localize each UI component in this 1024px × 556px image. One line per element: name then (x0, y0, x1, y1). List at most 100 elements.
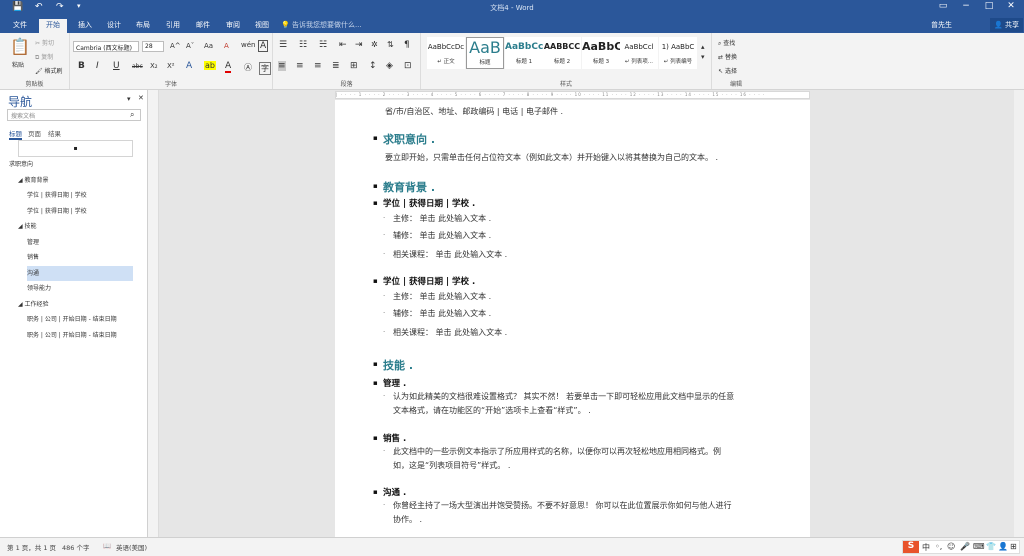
search-icon[interactable]: ⌕ (130, 110, 134, 120)
nav-heading-item[interactable]: ◢ 工作经验 (18, 297, 133, 312)
paste-icon[interactable]: 📋 (10, 37, 30, 56)
nav-heading-item[interactable]: 求职意向 (9, 157, 133, 172)
ime-chinese-icon[interactable]: 中 (922, 542, 930, 553)
edu1-minor[interactable]: 辅修： 单击 此处输入文本 . (393, 230, 491, 241)
select-button[interactable]: ↖ 选择 (718, 66, 737, 75)
objective-text[interactable]: 要立即开始，只需单击任何占位符文本（例如此文本）并开始键入以将其替换为自己的文本… (385, 152, 718, 163)
strikethrough-button[interactable]: abc (132, 63, 143, 70)
communication-text-1[interactable]: 你曾经主持了一场大型演出并饱受赞扬。不要不好意思！ 你可以在此位置展示你如何与他… (393, 500, 732, 511)
sogou-logo[interactable]: S (903, 541, 919, 553)
align-right-icon[interactable]: ≡ (314, 61, 322, 71)
style-heading-3[interactable]: AaBbC 标题 3 (582, 37, 620, 69)
chinese-layout-icon[interactable]: ✲ (371, 40, 378, 49)
nav-search-input[interactable]: 搜索文档 (7, 109, 141, 121)
underline-button[interactable]: U (113, 61, 120, 71)
styles-scroll-down-icon[interactable]: ▾ (701, 53, 705, 61)
sales-text-2[interactable]: 如，这是“列表项目符号”样式。 . (393, 460, 510, 471)
language[interactable]: 英语(美国) (116, 542, 147, 552)
tab-view[interactable]: 视图 (248, 19, 276, 31)
ime-user-icon[interactable]: 👤 (998, 542, 1008, 551)
bullets-icon[interactable]: ☰ (279, 40, 287, 50)
text-effects-icon[interactable]: A (186, 61, 192, 71)
heading-skills[interactable]: 技能 . (383, 357, 413, 373)
ime-voice-icon[interactable]: 🎤 (960, 542, 970, 551)
tab-layout[interactable]: 布局 (129, 19, 157, 31)
align-left-icon[interactable]: ≡ (278, 61, 286, 71)
sort-icon[interactable]: ⇅ (387, 40, 394, 49)
word-count[interactable]: 486 个字 (62, 542, 89, 552)
copy-button[interactable]: ⧉ 复制 (35, 52, 53, 62)
edu2-major[interactable]: 主修： 单击 此处输入文本 . (393, 291, 491, 302)
style-normal[interactable]: AaBbCcDc ↵ 正文 (427, 37, 465, 69)
ime-punctuation-icon[interactable]: ◦, (935, 542, 942, 551)
page-count[interactable]: 第 1 页，共 1 页 (7, 542, 56, 552)
italic-button[interactable]: I (96, 61, 99, 71)
distributed-icon[interactable]: ⊞ (350, 61, 358, 71)
ime-emoji-icon[interactable]: ☺ (947, 542, 955, 551)
replace-button[interactable]: ⇄ 替换 (718, 52, 737, 61)
tab-references[interactable]: 引用 (159, 19, 187, 31)
ime-keyboard-icon[interactable]: ⌨ (973, 542, 985, 551)
font-name-select[interactable]: Cambria (西文标题) (73, 41, 139, 52)
style-list-item[interactable]: AaBbCcl ↵ 列表项... (620, 37, 658, 69)
font-color-button[interactable]: A (225, 61, 232, 73)
decrease-indent-icon[interactable]: ⇤ (339, 40, 347, 50)
vertical-scrollbar[interactable] (1014, 90, 1024, 537)
maximize-icon[interactable]: □ (978, 1, 1000, 11)
nav-heading-item[interactable]: 管理 (27, 235, 133, 250)
tab-home[interactable]: 开始 (39, 19, 67, 33)
wen-icon[interactable]: wén (241, 41, 255, 49)
style-title[interactable]: AaB 标题 (466, 37, 504, 69)
shrink-font-button[interactable]: Aˇ (186, 42, 194, 50)
ribbon-display-icon[interactable]: ▭ (932, 1, 954, 11)
style-list-number[interactable]: 1) AaBbC ↵ 列表编号 (659, 37, 697, 69)
education-1-title[interactable]: 学位 | 获得日期 | 学校 . (383, 197, 475, 209)
format-painter-button[interactable]: 🖌 格式刷 (35, 66, 63, 75)
nav-heading-item[interactable]: 领导能力 (27, 281, 133, 296)
sales-text-1[interactable]: 此文档中的一些示例文本指示了所应用样式的名称，以便你可以再次轻松地应用相同格式。… (393, 446, 721, 457)
char-border-icon[interactable]: A (258, 40, 269, 52)
nav-tab-results[interactable]: 结果 (48, 128, 61, 138)
nav-heading-item[interactable]: ◢ 技能 (18, 219, 133, 234)
nav-heading-top[interactable]: ▪ (18, 140, 133, 157)
tell-me-box[interactable]: 💡 告诉我您想要做什么... (281, 20, 362, 30)
minimize-icon[interactable]: − (955, 1, 977, 11)
user-name[interactable]: 曾先生 (931, 20, 952, 30)
nav-heading-item[interactable]: 职务 | 公司 | 开始日期 - 结束日期 (27, 328, 133, 343)
paste-button[interactable]: 粘贴 (12, 60, 24, 69)
enclose-char-icon[interactable]: 字 (259, 62, 271, 75)
management-text-1[interactable]: 认为如此精美的文档很难设置格式？ 其实不然！ 若要单击一下即可轻松应用此文档中显… (393, 391, 734, 402)
tab-file[interactable]: 文件 (6, 19, 34, 31)
close-icon[interactable]: ✕ (1000, 1, 1022, 11)
tab-design[interactable]: 设计 (100, 19, 128, 31)
share-button[interactable]: 👤 共享 (990, 18, 1023, 32)
skill-communication[interactable]: 沟通 . (383, 486, 406, 498)
clear-format-button[interactable]: A (224, 42, 229, 50)
proofing-icon[interactable]: 📖 (103, 542, 111, 550)
grow-font-button[interactable]: A^ (170, 42, 181, 50)
highlight-button[interactable]: ab (204, 61, 216, 70)
style-heading-2[interactable]: AABBCC 标题 2 (543, 37, 581, 69)
nav-tab-pages[interactable]: 页面 (28, 128, 41, 138)
bold-button[interactable]: B (78, 61, 85, 71)
heading-objective[interactable]: 求职意向 . (383, 131, 435, 147)
tab-mailings[interactable]: 邮件 (189, 19, 217, 31)
edu1-major[interactable]: 主修： 单击 此处输入文本 . (393, 213, 491, 224)
borders-icon[interactable]: ⊡ (404, 61, 412, 71)
increase-indent-icon[interactable]: ⇥ (355, 40, 363, 50)
show-marks-icon[interactable]: ¶ (404, 40, 410, 50)
styles-scroll-up-icon[interactable]: ▴ (701, 43, 705, 51)
shading-fill-icon[interactable]: ◈ (386, 61, 393, 71)
multilevel-list-icon[interactable]: ☵ (319, 40, 327, 50)
tab-insert[interactable]: 插入 (71, 19, 99, 31)
nav-heading-item[interactable]: 沟通 (27, 265, 133, 281)
communication-text-2[interactable]: 协作。 . (393, 514, 422, 525)
nav-heading-item[interactable]: 职务 | 公司 | 开始日期 - 结束日期 (27, 312, 133, 327)
nav-close-icon[interactable]: ✕ (138, 94, 144, 102)
nav-options-icon[interactable]: ▾ (127, 95, 131, 103)
nav-heading-item[interactable]: 学位 | 获得日期 | 学校 (27, 204, 133, 219)
align-center-icon[interactable]: ≡ (296, 61, 304, 71)
font-size-select[interactable]: 28 (142, 41, 164, 52)
superscript-button[interactable]: X² (167, 62, 175, 70)
style-heading-1[interactable]: AaBbCc 标题 1 (505, 37, 543, 69)
